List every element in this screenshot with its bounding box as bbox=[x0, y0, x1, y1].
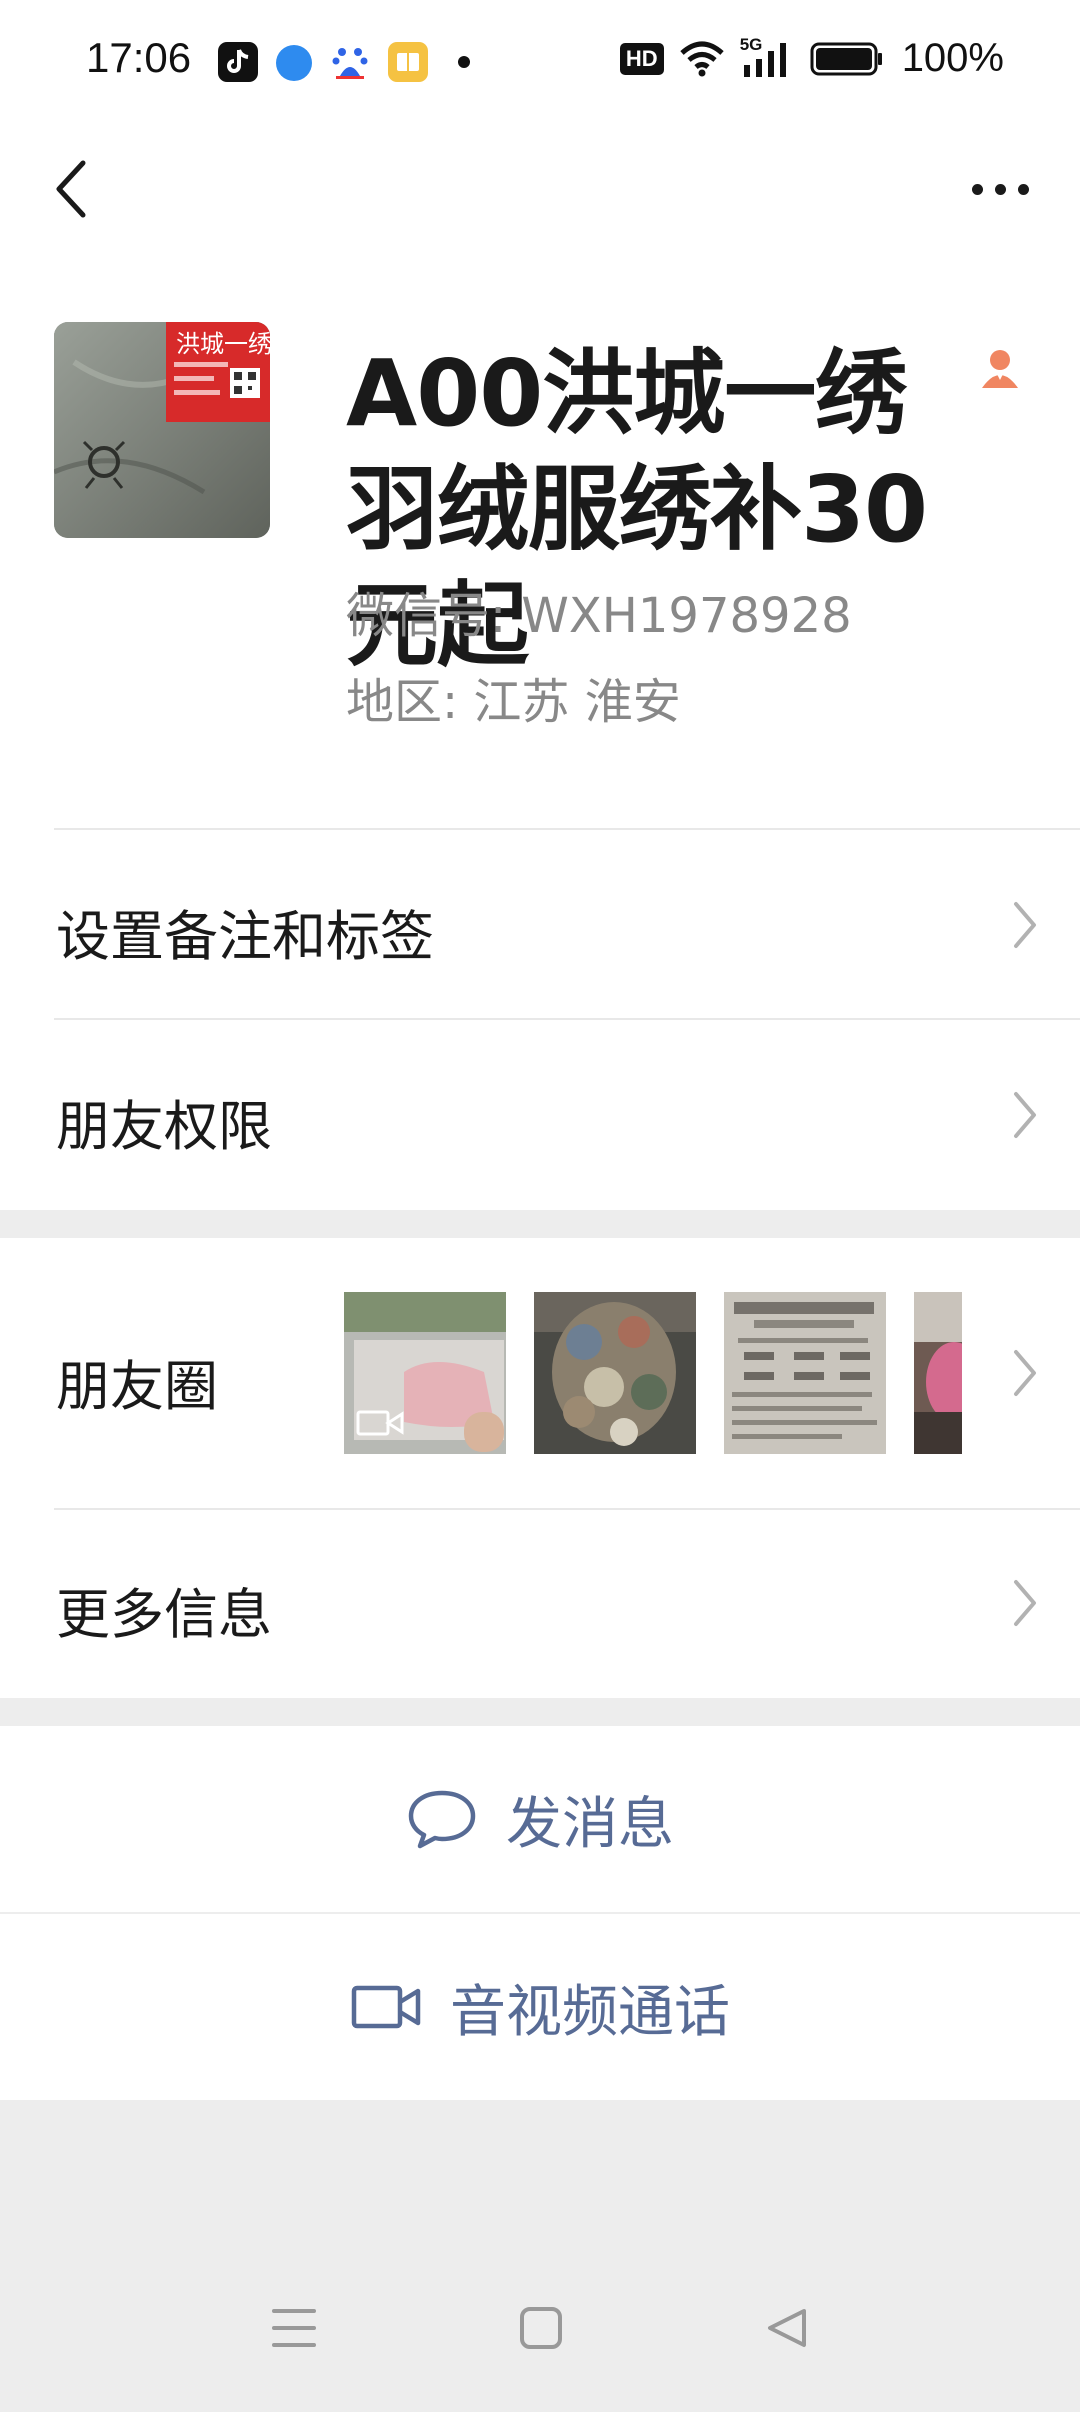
moment-thumbnail-clothes[interactable] bbox=[534, 1292, 696, 1454]
battery-icon bbox=[810, 42, 882, 75]
system-navigation-bar bbox=[0, 2244, 1080, 2412]
back-button[interactable] bbox=[40, 154, 100, 224]
back-triangle-icon[interactable] bbox=[764, 2305, 810, 2351]
signal-icon bbox=[743, 42, 786, 77]
row-moments[interactable]: 朋友圈 bbox=[0, 1238, 1080, 1510]
wechat-id: 微信号: WXH1978928 bbox=[346, 588, 852, 644]
status-time: 17:06 bbox=[86, 34, 192, 81]
top-bar bbox=[0, 124, 1080, 254]
moments-thumbnails bbox=[344, 1292, 962, 1454]
moment-thumbnail-video[interactable] bbox=[344, 1292, 506, 1454]
system-indicators: HD 5G 100% bbox=[619, 35, 1004, 81]
video-call-label: 音视频通话 bbox=[450, 1979, 730, 2045]
avatar[interactable]: 洪城一绣 bbox=[54, 322, 270, 538]
row-more-info[interactable]: 更多信息 bbox=[0, 1510, 1080, 1698]
person-icon bbox=[982, 350, 1018, 388]
tiktok-icon bbox=[218, 42, 258, 82]
avatar-text: 洪城一绣 bbox=[176, 330, 270, 358]
hd-badge: HD bbox=[619, 42, 664, 75]
chevron-right-icon bbox=[1014, 1092, 1036, 1138]
send-message-label: 发消息 bbox=[506, 1791, 674, 1857]
chevron-right-icon bbox=[1014, 1350, 1036, 1396]
baidu-icon bbox=[330, 42, 370, 82]
row-moments-label: 朋友圈 bbox=[56, 1355, 218, 1418]
chat-bubble-icon bbox=[408, 1790, 476, 1849]
home-icon[interactable] bbox=[518, 2305, 564, 2351]
wifi-icon bbox=[680, 41, 724, 76]
battery-percent: 100% bbox=[901, 36, 1004, 80]
row-remark-tags[interactable]: 设置备注和标签 bbox=[0, 830, 1080, 1020]
browser-icon bbox=[276, 45, 312, 81]
chevron-right-icon bbox=[1014, 1580, 1036, 1626]
signal-indicator: 5G bbox=[740, 35, 796, 79]
more-notifications-dot bbox=[458, 56, 470, 68]
region: 地区: 江苏 淮安 bbox=[346, 674, 681, 730]
row-permissions-label: 朋友权限 bbox=[56, 1095, 272, 1158]
row-remark-label: 设置备注和标签 bbox=[56, 905, 434, 968]
more-icon bbox=[971, 183, 983, 195]
menu-icon[interactable] bbox=[270, 2305, 318, 2351]
chevron-right-icon bbox=[1014, 902, 1036, 948]
notification-icons bbox=[218, 42, 470, 82]
row-friend-permissions[interactable]: 朋友权限 bbox=[0, 1020, 1080, 1210]
send-message-button[interactable]: 发消息 bbox=[0, 1726, 1080, 1912]
more-icon-dot bbox=[1017, 183, 1029, 195]
more-button[interactable] bbox=[960, 154, 1040, 224]
row-more-info-label: 更多信息 bbox=[56, 1583, 272, 1646]
status-bar: 17:06 HD 5G 100% bbox=[0, 0, 1080, 124]
moment-thumbnail-document[interactable] bbox=[724, 1292, 886, 1454]
more-icon-dot bbox=[994, 183, 1006, 195]
profile-card: 洪城一绣 A00洪城一绣羽绒服绣补30元起 微信号: WXH1978928 地区… bbox=[0, 254, 1080, 830]
reader-icon bbox=[388, 42, 428, 82]
video-call-button[interactable]: 音视频通话 bbox=[0, 1914, 1080, 2100]
moment-thumbnail-photo[interactable] bbox=[914, 1292, 962, 1454]
chevron-left-icon bbox=[56, 160, 86, 218]
video-camera-icon bbox=[351, 1985, 421, 2029]
